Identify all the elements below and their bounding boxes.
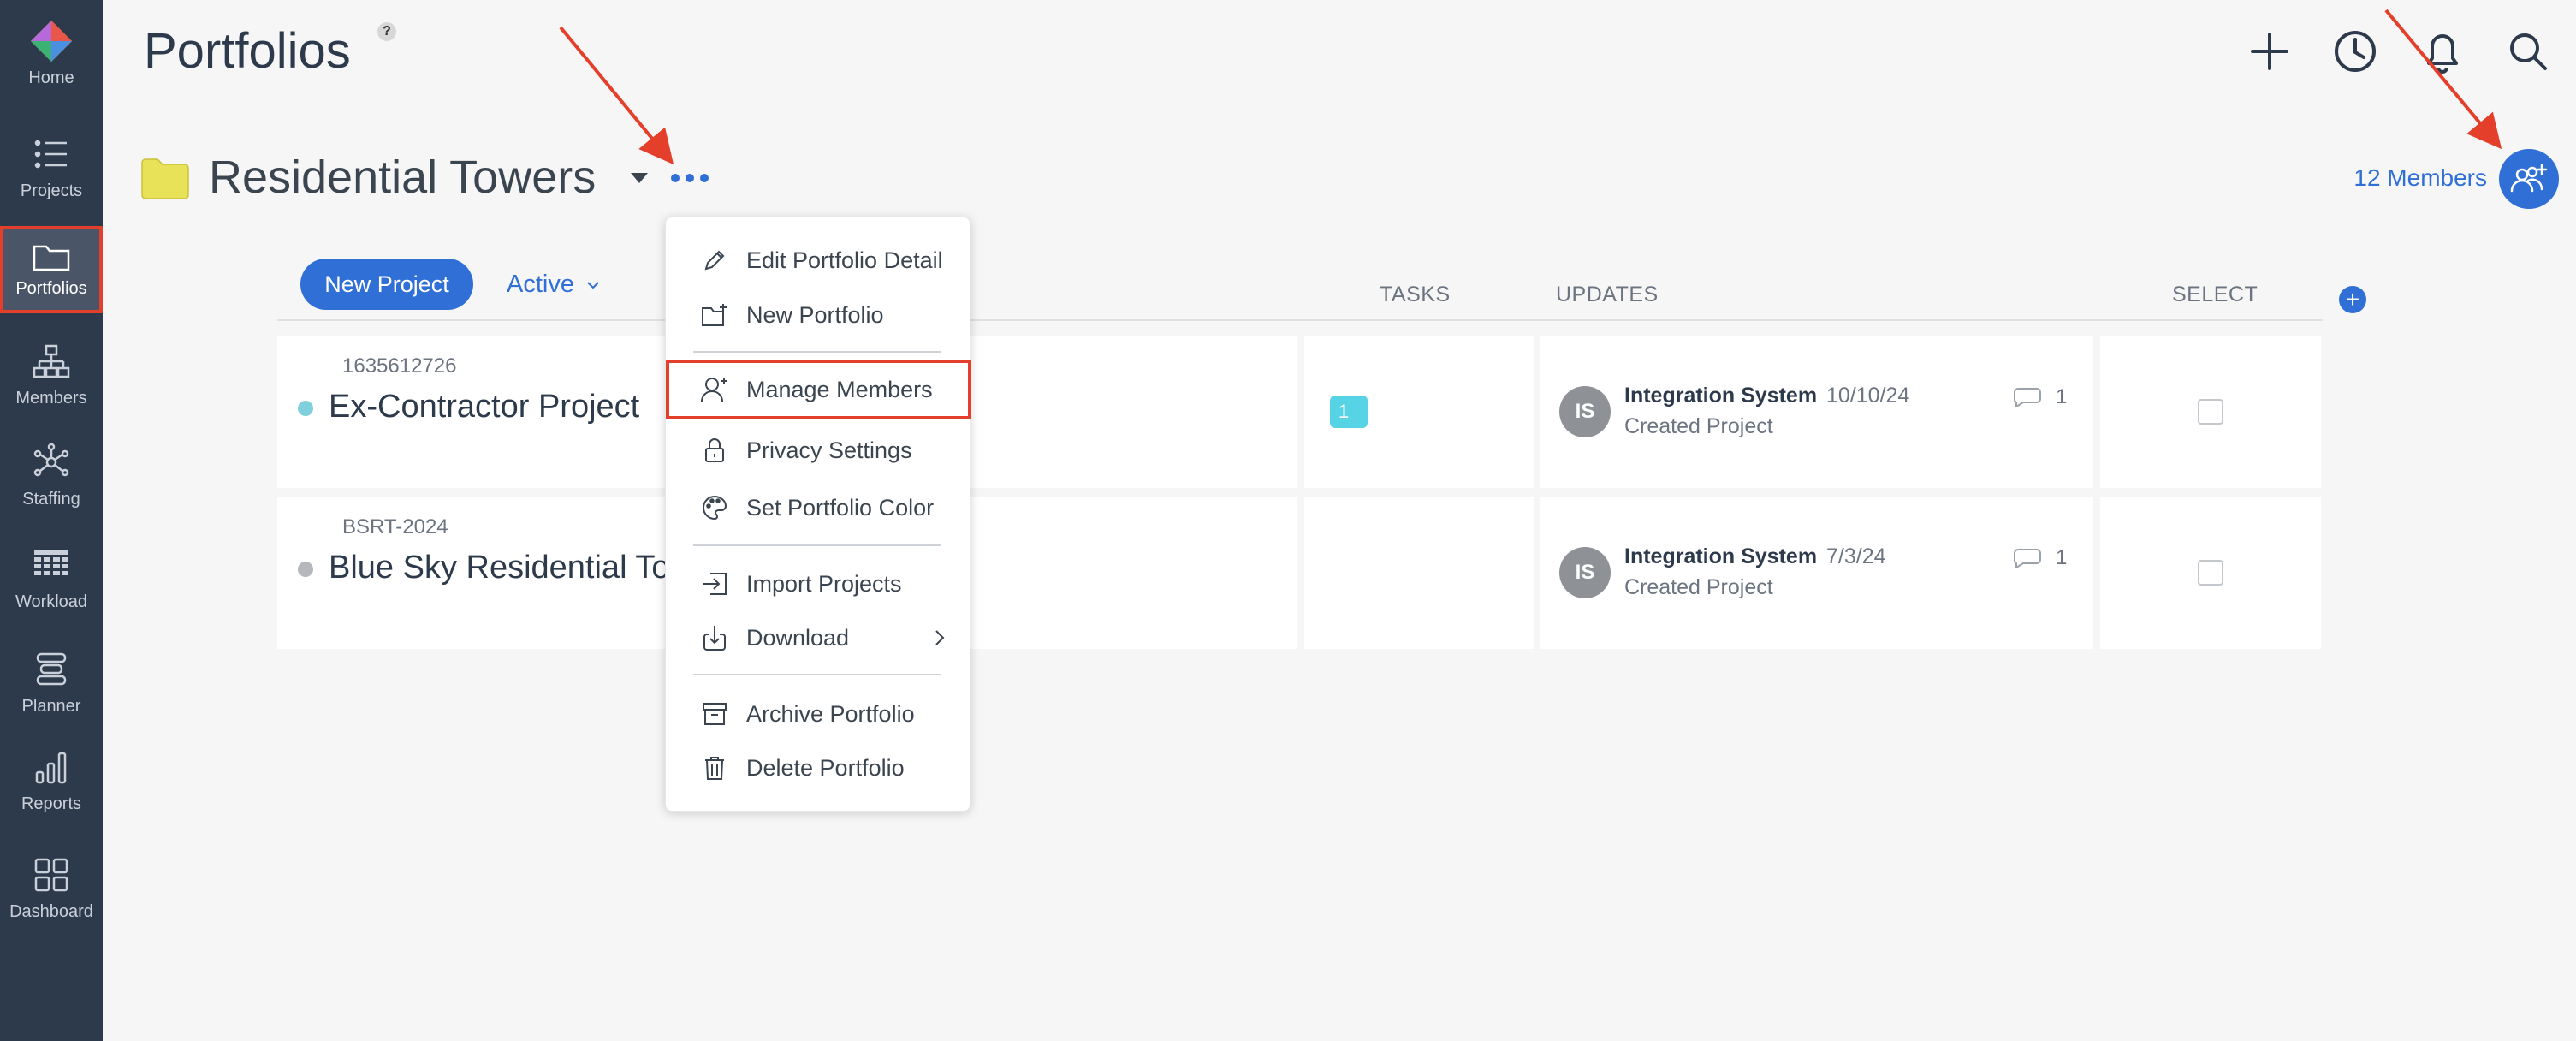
plus-icon[interactable] (2242, 24, 2297, 79)
menu-item-new-portfolio[interactable]: New Portfolio (666, 289, 971, 341)
menu-separator (693, 674, 941, 675)
archive-icon (700, 699, 729, 729)
sidebar-item-label: Home (28, 68, 74, 87)
comment-icon[interactable] (2013, 387, 2042, 408)
pencil-icon (700, 246, 729, 275)
chevron-down-icon (587, 281, 599, 289)
update-text: Created Project (1624, 575, 1773, 599)
org-chart-icon (29, 339, 74, 384)
select-checkbox[interactable] (2198, 399, 2223, 425)
comment-icon[interactable] (2013, 548, 2042, 569)
network-icon (29, 440, 74, 485)
add-person-icon (700, 375, 729, 404)
sidebar-item-portfolios[interactable]: Portfolios (0, 226, 103, 313)
menu-separator (693, 544, 941, 546)
members-count-link[interactable]: 12 Members (2353, 164, 2487, 192)
chevron-right-icon (935, 630, 945, 645)
planner-icon (29, 647, 74, 692)
caret-down-icon[interactable] (629, 171, 650, 185)
grid-icon (29, 543, 74, 587)
menu-item-archive-portfolio[interactable]: Archive Portfolio (666, 688, 971, 740)
project-status-dot (298, 401, 313, 416)
search-icon[interactable] (2501, 24, 2555, 79)
project-id: 1635612726 (342, 354, 457, 378)
update-text: Created Project (1624, 414, 1773, 438)
sidebar-item-label: Members (15, 389, 87, 407)
menu-item-download[interactable]: Download (666, 612, 971, 663)
sidebar-item-label: Staffing (22, 490, 80, 509)
bell-icon[interactable] (2415, 24, 2470, 79)
avatar: IS (1559, 547, 1611, 598)
menu-item-privacy-settings[interactable]: Privacy Settings (666, 425, 971, 476)
sidebar: Home Projects Portfolios Members Staffin… (0, 0, 103, 1041)
more-options-icon[interactable] (671, 168, 709, 188)
new-folder-icon (700, 300, 729, 330)
sidebar-item-members[interactable]: Members (0, 332, 103, 419)
annotation-arrow (559, 26, 674, 165)
sidebar-item-label: Portfolios (15, 279, 87, 298)
update-author: Integration System (1624, 384, 1818, 407)
avatar: IS (1559, 386, 1611, 437)
lock-icon (700, 436, 729, 465)
sidebar-item-planner[interactable]: Planner (0, 640, 103, 728)
sidebar-item-workload[interactable]: Workload (0, 536, 103, 623)
palette-icon (700, 493, 729, 522)
comment-count: 1 (2056, 385, 2068, 408)
sidebar-item-label: Reports (21, 794, 82, 813)
menu-item-edit-portfolio-detail[interactable]: Edit Portfolio Detail (666, 235, 971, 286)
import-icon (700, 569, 729, 598)
menu-item-import-projects[interactable]: Import Projects (666, 558, 971, 610)
portfolio-options-menu: Edit Portfolio Detail New Portfolio Mana… (665, 217, 971, 812)
sidebar-item-projects[interactable]: Projects (0, 125, 103, 212)
bar-chart-icon (29, 745, 74, 789)
add-column-button[interactable]: + (2339, 286, 2366, 313)
comment-count: 1 (2056, 546, 2068, 569)
add-people-icon (2510, 164, 2548, 193)
update-date: 10/10/24 (1826, 384, 1910, 407)
download-icon (700, 623, 729, 652)
portfolio-name[interactable]: Residential Towers (209, 151, 596, 204)
updates-cell (1534, 336, 2093, 488)
status-filter-label: Active (507, 271, 574, 298)
home-logo-icon (29, 19, 74, 63)
menu-item-delete-portfolio[interactable]: Delete Portfolio (666, 742, 971, 794)
sidebar-item-label: Projects (20, 181, 83, 200)
sidebar-item-staffing[interactable]: Staffing (0, 433, 103, 520)
sidebar-item-home[interactable]: Home (0, 12, 103, 99)
list-icon (29, 132, 74, 176)
column-header-tasks[interactable]: TASKS (1380, 283, 1451, 307)
clock-icon[interactable] (2328, 24, 2383, 79)
project-id: BSRT-2024 (342, 515, 448, 538)
header-divider (277, 319, 2323, 321)
help-icon[interactable]: ? (377, 22, 396, 41)
new-project-button[interactable]: New Project (300, 259, 473, 310)
menu-item-manage-members[interactable]: Manage Members (666, 360, 971, 419)
sidebar-item-label: Workload (15, 592, 88, 611)
menu-separator (693, 351, 941, 353)
sidebar-item-reports[interactable]: Reports (0, 738, 103, 825)
sidebar-item-dashboard[interactable]: Dashboard (0, 846, 103, 933)
tasks-cell (1304, 497, 1534, 649)
column-header-updates[interactable]: UPDATES (1556, 283, 1659, 307)
menu-item-set-portfolio-color[interactable]: Set Portfolio Color (666, 482, 971, 533)
sidebar-item-label: Dashboard (9, 902, 93, 921)
page-title: Portfolios (144, 23, 351, 79)
portfolio-folder-icon (140, 158, 190, 200)
update-author: Integration System (1624, 544, 1818, 568)
folder-icon (29, 240, 74, 274)
column-header-select[interactable]: SELECT (2172, 283, 2258, 307)
project-name[interactable]: Ex-Contractor Project (329, 389, 639, 425)
project-status-dot (298, 562, 313, 577)
updates-cell (1534, 497, 2093, 649)
add-members-button[interactable] (2499, 149, 2559, 209)
sidebar-item-label: Planner (21, 697, 81, 716)
status-filter-dropdown[interactable]: Active (507, 271, 600, 299)
task-count-badge[interactable]: 1 (1330, 396, 1368, 428)
select-checkbox[interactable] (2198, 560, 2223, 586)
dashboard-icon (29, 853, 74, 897)
trash-icon (700, 753, 729, 782)
update-date: 7/3/24 (1826, 544, 1886, 568)
project-name[interactable]: Blue Sky Residential To (329, 550, 670, 586)
